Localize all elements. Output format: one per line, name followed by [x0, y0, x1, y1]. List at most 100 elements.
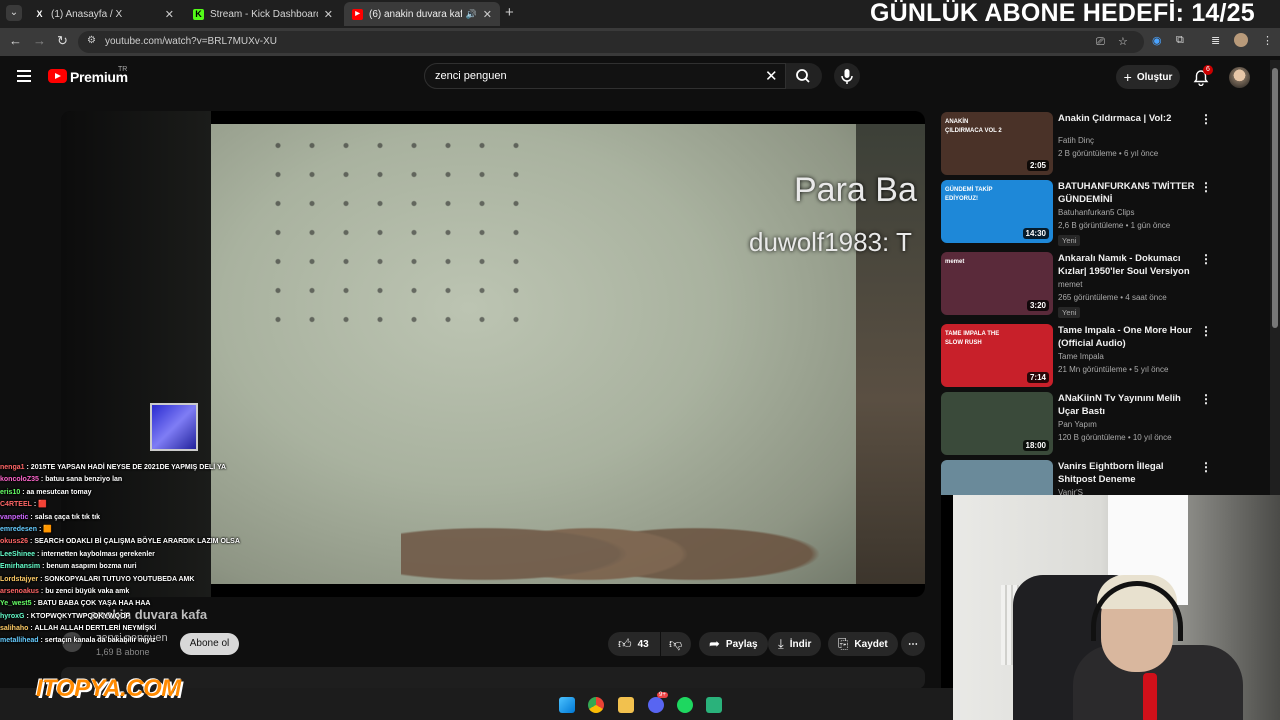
chat-username: hyroxG — [0, 612, 25, 620]
country-code: TR — [118, 66, 128, 73]
video-thumbnail[interactable]: ANAKİN ÇILDIRMACA VOL 2 2:05 — [941, 112, 1053, 175]
youtube-logo-icon[interactable] — [48, 69, 67, 83]
download-label: İndir — [789, 638, 812, 650]
chat-message: arsenoakus: bu zenci büyük vaka amk — [0, 586, 254, 598]
tab-kick-dashboard[interactable]: K Stream - Kick Dashboard ✕ — [185, 2, 341, 26]
more-options-icon[interactable]: ⋮ — [1200, 252, 1212, 266]
recommendation-item[interactable]: 18:00 ANaKiinN Tv Yayınını Melih Uçar Bas… — [941, 392, 1212, 456]
reload-icon[interactable]: ↻ — [57, 33, 68, 49]
account-avatar[interactable] — [1229, 67, 1250, 88]
cast-icon[interactable]: ⎚ — [1096, 36, 1105, 49]
recommendation-item[interactable]: GÜNDEMİ TAKİP EDİYORUZ! 14:30 BATUHANFURKA… — [941, 180, 1212, 246]
tab-search-button[interactable]: ⌄ — [6, 5, 22, 21]
more-options-icon[interactable]: ⋮ — [1200, 180, 1212, 194]
recommendation-channel[interactable]: memet — [1058, 280, 1082, 289]
chat-message: LeeShinee: internetten kaybolması gereke… — [0, 549, 254, 561]
chat-message: emredesen: 🟧 — [0, 524, 254, 536]
recommendation-channel[interactable]: Fatih Dinç — [1058, 136, 1094, 145]
search-input[interactable]: zenci penguen ✕ — [424, 63, 786, 89]
video-duration: 3:20 — [1026, 300, 1049, 311]
like-button[interactable]: 👍︎ 43 — [608, 632, 660, 656]
chat-text: aa mesutcan tomay — [26, 488, 92, 496]
more-options-icon[interactable]: ⋮ — [1200, 392, 1212, 406]
recommendation-title[interactable]: ANaKiinN Tv Yayınını Melih Uçar Bastı — [1058, 392, 1196, 418]
video-thumbnail[interactable]: TAME IMPALA THE SLOW RUSH 7:14 — [941, 324, 1053, 387]
close-icon[interactable]: ✕ — [324, 8, 333, 21]
hamburger-menu-icon[interactable] — [17, 70, 31, 82]
more-options-icon[interactable]: ⋮ — [1200, 460, 1212, 474]
forward-icon[interactable]: → — [33, 33, 46, 48]
search-icon — [796, 69, 810, 83]
more-actions-button[interactable]: ⋯ — [901, 632, 925, 656]
close-icon[interactable]: ✕ — [165, 8, 174, 21]
site-info-icon[interactable]: ⚙ — [87, 35, 96, 46]
recommendation-title[interactable]: Ankaralı Namık - Dokumacı Kızlar| 1950'l… — [1058, 252, 1196, 278]
chat-username: C4RTEEL — [0, 501, 32, 509]
recommendation-title[interactable]: Vanirs Eightborn İllegal Shitpost Deneme — [1058, 460, 1196, 486]
windows-start-icon[interactable] — [559, 697, 575, 713]
address-bar[interactable]: ⚙ youtube.com/watch?v=BRL7MUXv-XU ⎚ ☆ — [78, 31, 1144, 53]
app-icon[interactable] — [706, 697, 722, 713]
scrollbar-thumb[interactable] — [1272, 68, 1278, 328]
recommendation-title[interactable]: BATUHANFURKAN5 TWİTTER GÜNDEMİNİ DEĞERLE… — [1058, 180, 1196, 206]
itopya-logo: ITOPYA.COM — [36, 675, 181, 702]
video-thumbnail[interactable]: 18:00 — [941, 392, 1053, 455]
extensions-icon[interactable]: ⧉ — [1176, 34, 1184, 47]
search-input-value: zenci penguen — [435, 70, 507, 82]
reading-list-icon[interactable]: ≣ — [1211, 34, 1220, 47]
recommendation-item[interactable]: memet 3:20 Ankaralı Namık - Dokumacı Kızla… — [941, 252, 1212, 318]
new-tab-button[interactable]: + — [505, 4, 514, 21]
search-button[interactable] — [786, 63, 822, 89]
subscriber-goal-overlay: GÜNLÜK ABONE HEDEFİ: 14/25 — [870, 0, 1255, 27]
back-icon[interactable]: ← — [9, 33, 22, 48]
spotify-icon[interactable] — [677, 697, 693, 713]
clear-search-icon[interactable]: ✕ — [765, 67, 778, 85]
recommendation-item[interactable]: ANAKİN ÇILDIRMACA VOL 2 2:05 Anakin Çıldır… — [941, 112, 1212, 176]
tab-youtube[interactable]: ▶ (6) anakin duvara kafa - You 🔊 ✕ — [344, 2, 500, 26]
recommendation-channel[interactable]: Pan Yapım — [1058, 420, 1097, 429]
file-explorer-icon[interactable] — [618, 697, 634, 713]
recommendation-channel[interactable]: Tame Impala — [1058, 352, 1104, 361]
extension-audio-icon[interactable]: ◉ — [1152, 34, 1162, 47]
share-button[interactable]: ➦ Paylaş — [699, 632, 768, 656]
thumbnail-text: GÜNDEMİ TAKİP EDİYORUZ! — [945, 187, 993, 202]
video-hand — [401, 491, 821, 581]
recommendation-title[interactable]: Anakin Çıldırmaca | Vol:2 — [1058, 112, 1196, 125]
more-options-icon[interactable]: ⋮ — [1200, 112, 1212, 126]
chat-message: salihaho: ALLAH ALLAH DERTLERİ NEYMİŞKİ — [0, 623, 254, 635]
recommendation-title[interactable]: Tame Impala - One More Hour (Official Au… — [1058, 324, 1196, 350]
chat-text: 🟥 — [38, 501, 47, 509]
x-logo-icon: X — [36, 8, 43, 19]
chat-username: okuss26 — [0, 538, 29, 546]
speaker-icon[interactable]: 🔊 — [466, 9, 477, 20]
profile-avatar-icon[interactable] — [1234, 33, 1248, 47]
video-thumbnail[interactable]: memet 3:20 — [941, 252, 1053, 315]
video-duration: 18:00 — [1022, 440, 1049, 451]
save-button[interactable]: ⎘ Kaydet — [828, 632, 898, 656]
video-thumbnail[interactable]: GÜNDEMİ TAKİP EDİYORUZ! 14:30 — [941, 180, 1053, 243]
thumbs-down-icon: 👎︎ — [669, 636, 683, 651]
create-button[interactable]: + Oluştur — [1116, 65, 1180, 89]
description-box[interactable] — [61, 667, 925, 689]
chat-username: vanpetic — [0, 513, 29, 521]
bookmark-icon: ⎘ — [838, 636, 849, 651]
recommendation-item[interactable]: TAME IMPALA THE SLOW RUSH 7:14 Tame Impala… — [941, 324, 1212, 388]
recommendation-channel[interactable]: Batuhanfurkan5 Clips — [1058, 208, 1135, 217]
discord-icon[interactable]: 9+ — [648, 692, 668, 713]
chat-username: emredesen — [0, 525, 37, 533]
download-button[interactable]: ⤓ İndir — [768, 632, 822, 656]
chat-text: 2015TE YAPSAN HADİ NEYSE DE 2021DE YAPMI… — [30, 464, 227, 471]
dislike-button[interactable]: 👎︎ — [661, 632, 691, 656]
chat-text: salsa çaça tık tık tık — [34, 513, 101, 521]
tab-twitter[interactable]: X (1) Anasayfa / X ✕ — [26, 2, 182, 26]
video-duration: 2:05 — [1026, 160, 1049, 171]
video-overlay-text: Para Ba — [794, 171, 917, 209]
bookmark-star-icon[interactable]: ☆ — [1118, 35, 1128, 48]
menu-kebab-icon[interactable]: ⋮ — [1262, 34, 1273, 47]
chat-username: Ye_west5 — [0, 600, 32, 608]
voice-search-button[interactable] — [834, 63, 860, 89]
close-icon[interactable]: ✕ — [483, 8, 492, 21]
more-options-icon[interactable]: ⋮ — [1200, 324, 1212, 338]
chrome-icon[interactable] — [588, 697, 604, 713]
thumbnail-text: memet — [945, 259, 965, 265]
